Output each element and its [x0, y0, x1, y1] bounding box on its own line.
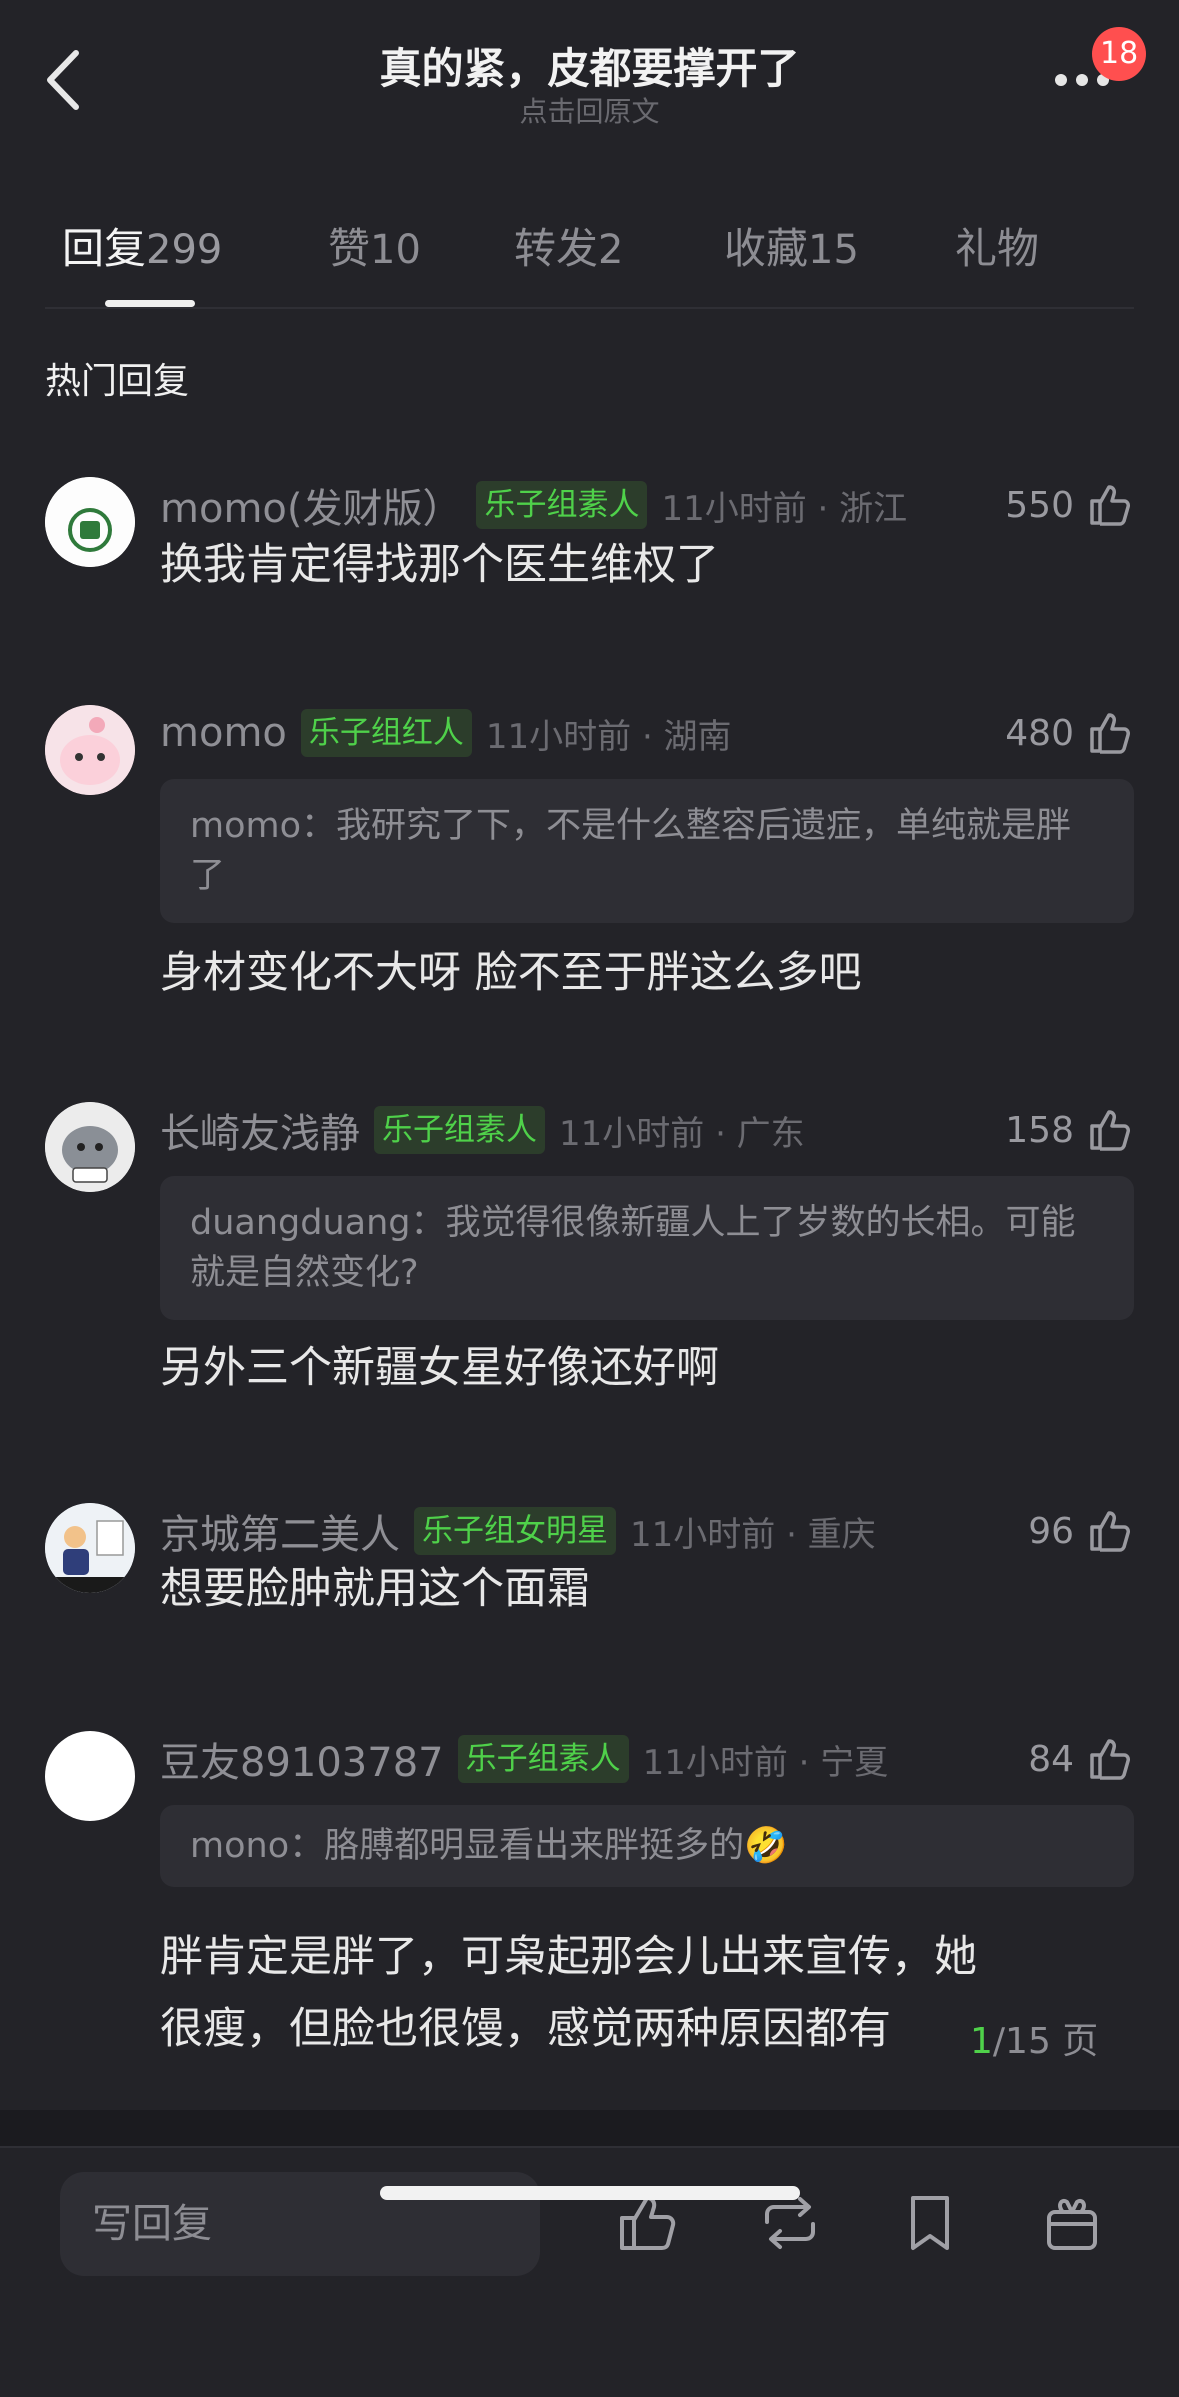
- username[interactable]: 京城第二美人: [160, 1502, 400, 1560]
- comment-meta: 豆友89103787 乐子组素人 11小时前 · 宁夏: [160, 1731, 888, 1787]
- gift-icon[interactable]: [1037, 2188, 1107, 2258]
- tab-bar: 回复299 赞10 转发2 收藏15 礼物: [62, 215, 1132, 310]
- timestamp-location: 11小时前 · 宁夏: [642, 1742, 889, 1783]
- avatar[interactable]: [45, 705, 135, 795]
- username[interactable]: momo(发财版）: [160, 476, 462, 534]
- avatar[interactable]: [45, 477, 135, 567]
- tab-label: 收藏: [724, 224, 809, 273]
- thumbs-up-icon: [1090, 1511, 1130, 1552]
- like-button[interactable]: 158: [1005, 1102, 1134, 1158]
- username[interactable]: 豆友89103787: [160, 1730, 444, 1788]
- page-title[interactable]: 真的紧，皮都要撑开了: [0, 35, 1179, 96]
- avatar[interactable]: [45, 1503, 135, 1593]
- comment-text: 胖肯定是胖了，可枭起那会儿出来宣传，她很瘦，但脸也很馒，感觉两种原因都有: [160, 1932, 977, 2054]
- user-tag: 乐子组红人: [300, 709, 472, 757]
- user-tag: 乐子组素人: [457, 1735, 629, 1783]
- like-count: 480: [1005, 712, 1074, 754]
- like-button[interactable]: 84: [1028, 1731, 1134, 1787]
- quoted-reply[interactable]: mono：胳膊都明显看出来胖挺多的🤣: [160, 1805, 1134, 1887]
- pink-character-avatar-icon: [45, 705, 135, 795]
- notification-badge: 18: [1092, 27, 1147, 81]
- avatar[interactable]: [45, 1731, 135, 1821]
- username[interactable]: momo: [160, 710, 287, 756]
- username[interactable]: 长崎友浅静: [160, 1101, 360, 1159]
- tab-count: 299: [146, 227, 223, 273]
- thumbs-up-icon: [1090, 1110, 1130, 1151]
- timestamp-location: 11小时前 · 湖南: [485, 716, 732, 757]
- back-to-post-link[interactable]: 点击回原文: [0, 90, 1179, 130]
- section-title: 热门回复: [45, 361, 190, 402]
- like-count: 84: [1028, 1738, 1074, 1780]
- like-button[interactable]: 480: [1005, 705, 1134, 761]
- tab-count: 15: [808, 227, 859, 273]
- tab-label: 回复: [62, 224, 147, 273]
- tab-label: 转发: [514, 224, 599, 273]
- comment-meta: 京城第二美人 乐子组女明星 11小时前 · 重庆: [160, 1503, 876, 1559]
- comment-meta: momo 乐子组红人 11小时前 · 湖南: [160, 705, 732, 761]
- user-tag: 乐子组女明星: [414, 1507, 616, 1555]
- cat-avatar-icon: [45, 1102, 135, 1192]
- quoted-reply[interactable]: duangduang：我觉得很像新疆人上了岁数的长相。可能就是自然变化?: [160, 1176, 1134, 1320]
- active-tab-indicator: [105, 300, 195, 307]
- user-tag: 乐子组素人: [476, 481, 648, 529]
- divider: [45, 307, 1134, 309]
- comment-text: 换我肯定得找那个医生维权了: [160, 540, 719, 590]
- tab-likes[interactable]: 赞10: [328, 215, 421, 276]
- current-page: 1: [970, 2021, 993, 2062]
- timestamp-location: 11小时前 · 重庆: [630, 1514, 876, 1555]
- home-indicator[interactable]: [380, 2186, 800, 2200]
- timestamp-location: 11小时前 · 广东: [559, 1113, 805, 1154]
- thumbs-up-icon: [1090, 1739, 1130, 1780]
- quoted-reply[interactable]: momo：我研究了下，不是什么整容后遗症，单纯就是胖了: [160, 779, 1134, 923]
- total-pages: /15 页: [992, 2021, 1099, 2062]
- like-button[interactable]: 550: [1005, 477, 1134, 533]
- avatar[interactable]: [45, 1102, 135, 1192]
- like-count: 550: [1005, 484, 1074, 526]
- bookmark-icon[interactable]: [895, 2188, 965, 2258]
- comment-meta: momo(发财版） 乐子组素人 11小时前 · 浙江: [160, 477, 907, 533]
- fa-tile-avatar-icon: [45, 477, 135, 567]
- like-button[interactable]: 96: [1028, 1503, 1134, 1559]
- comment-meta: 长崎友浅静 乐子组素人 11小时前 · 广东: [160, 1102, 805, 1158]
- tab-count: 2: [598, 227, 624, 273]
- comment-text: 身材变化不大呀 脸不至于胖这么多吧: [160, 948, 862, 998]
- timestamp-location: 11小时前 · 浙江: [661, 488, 908, 529]
- bottom-action-bar: 写回复: [0, 2146, 1179, 2397]
- comment-text: 想要脸肿就用这个面霜: [160, 1564, 590, 1614]
- tab-reposts[interactable]: 转发2: [514, 215, 623, 276]
- user-tag: 乐子组素人: [374, 1106, 545, 1154]
- tab-count: 10: [370, 227, 421, 273]
- like-count: 158: [1005, 1109, 1074, 1151]
- thumbs-up-icon: [1090, 713, 1130, 754]
- tab-favorites[interactable]: 收藏15: [724, 215, 859, 276]
- tab-replies[interactable]: 回复299: [62, 215, 222, 276]
- tab-label: 赞: [328, 224, 371, 273]
- thumbs-up-icon: [1090, 485, 1130, 526]
- divider: [0, 2110, 1179, 2146]
- tab-gifts[interactable]: 礼物: [955, 215, 1039, 276]
- top-bar: 真的紧，皮都要撑开了 点击回原文 18: [0, 0, 1179, 150]
- page-indicator[interactable]: 1/15 页: [970, 2012, 1098, 2064]
- painting-figure-avatar-icon: [45, 1503, 135, 1593]
- like-count: 96: [1028, 1510, 1074, 1552]
- comment-text: 另外三个新疆女星好像还好啊: [160, 1343, 719, 1393]
- tab-label: 礼物: [955, 224, 1040, 273]
